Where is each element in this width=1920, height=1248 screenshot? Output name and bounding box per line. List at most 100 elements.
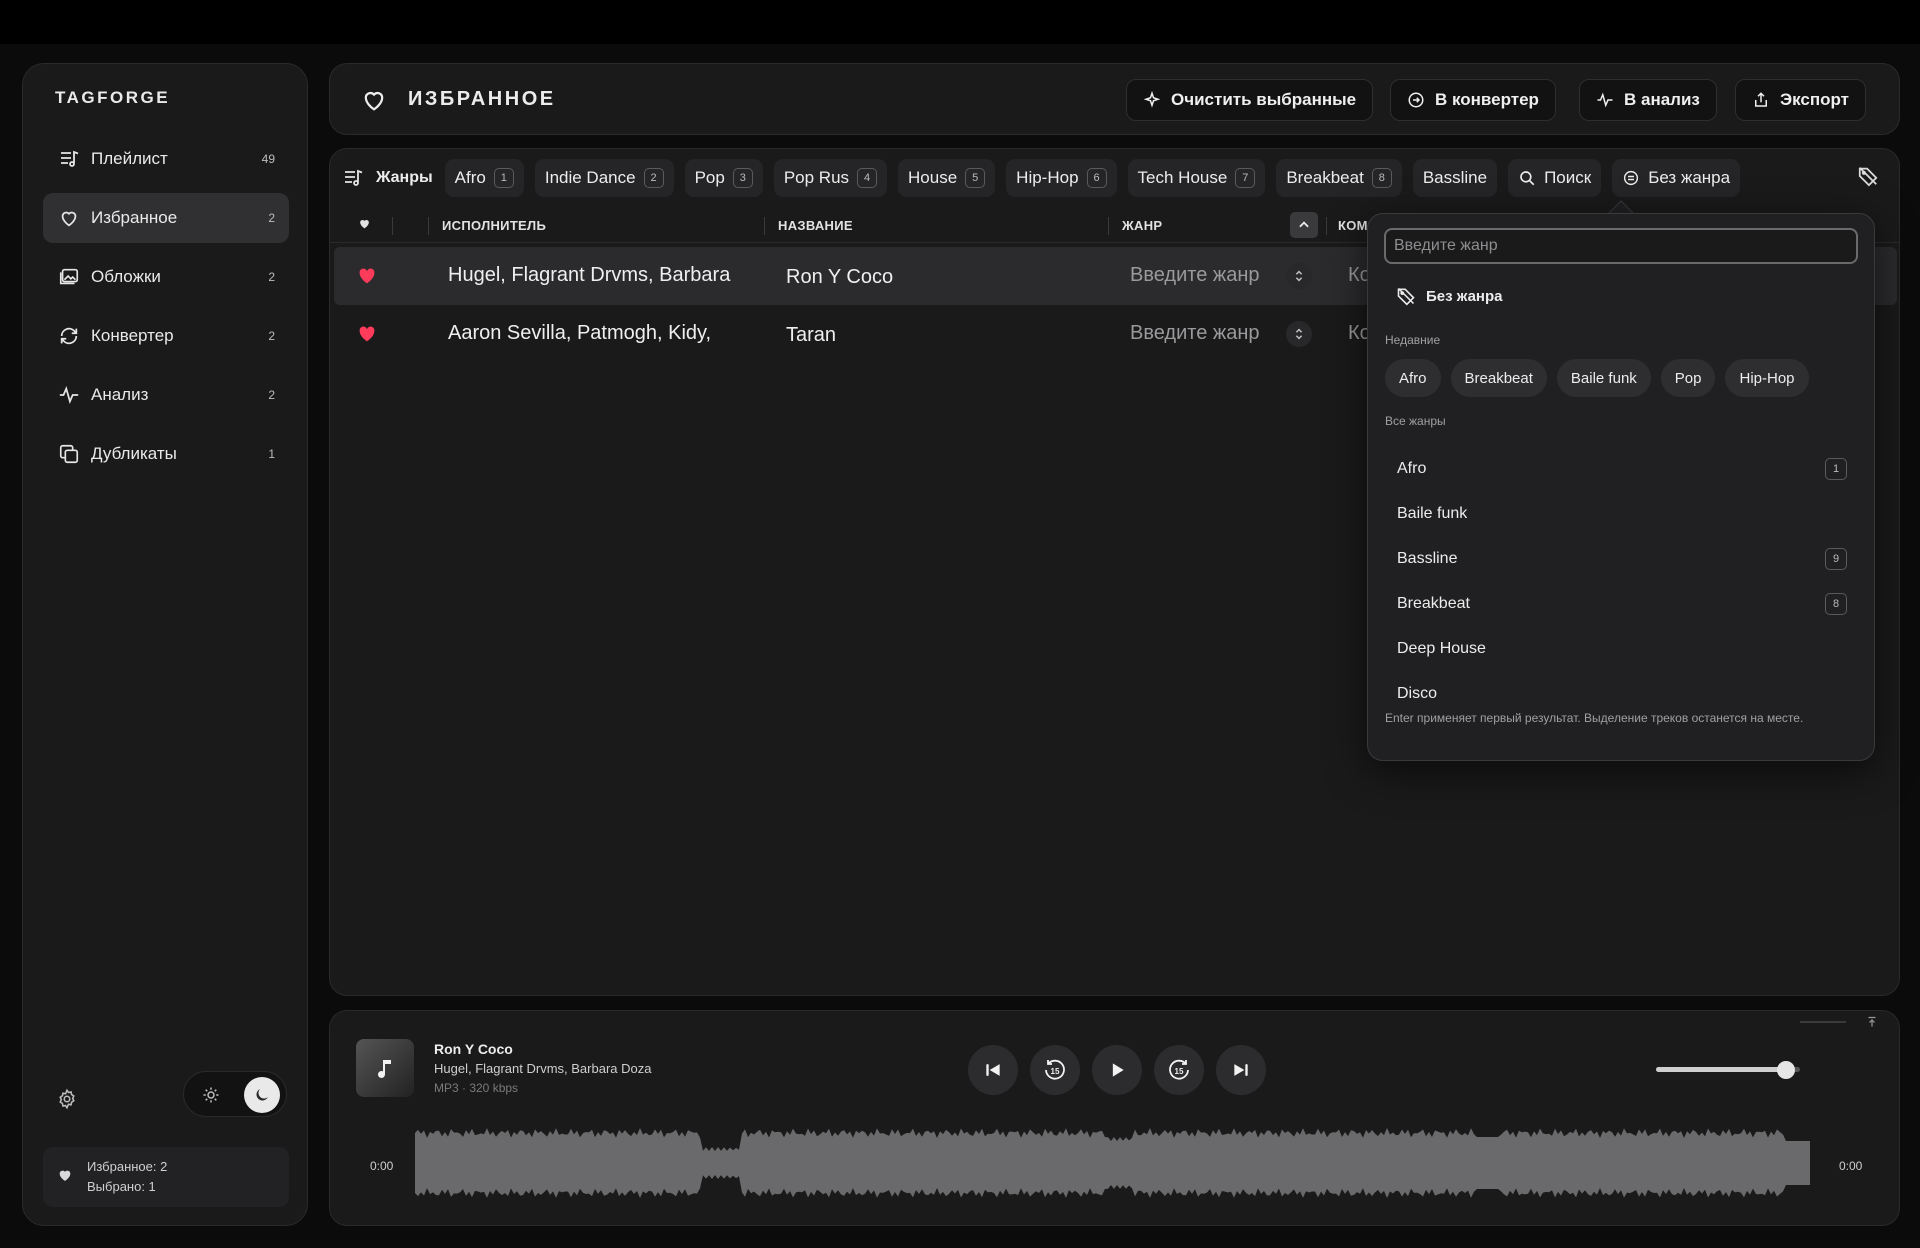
favorite-heart-icon[interactable] [358, 268, 376, 289]
playlist-icon [57, 147, 81, 171]
sidebar-item-favorites[interactable]: Избранное 2 [43, 193, 289, 243]
genre-option-label: Disco [1397, 684, 1438, 702]
all-genres-list[interactable]: Afro 1 Baile funk Bassline 9 Breakbeat 8 De… [1385, 446, 1859, 702]
favorite-heart-icon[interactable] [358, 326, 376, 347]
no-genre-icon [1624, 170, 1639, 186]
chip-label: Indie Dance [544, 168, 636, 187]
sidebar-nav: Плейлист 49 Избранное 2 Обложки 2 Конвер… [43, 134, 289, 488]
chip-label: Bassline [1422, 168, 1488, 187]
waveform-shape [415, 1128, 1810, 1198]
chip-label: Tech House [1137, 168, 1228, 187]
genre-chip-pop-rus[interactable]: Pop Rus 4 [773, 159, 888, 197]
genre-option[interactable]: Baile funk [1385, 491, 1859, 536]
clear-selected-button[interactable]: Очистить выбранные [1126, 79, 1374, 121]
sidebar-item-playlist[interactable]: Плейлист 49 [43, 134, 289, 184]
genre-option[interactable]: Disco [1385, 671, 1859, 702]
no-genre-filter-button[interactable]: Без жанра [1612, 159, 1741, 197]
genre-option-count: 1 [1825, 457, 1847, 480]
genre-chip-pop[interactable]: Pop 3 [684, 159, 763, 197]
status-favorites: Избранное: 2 [87, 1159, 168, 1174]
svg-text:15: 15 [1051, 1067, 1060, 1076]
tag-off-icon [1858, 167, 1878, 187]
genre-option-count: 8 [1825, 592, 1847, 615]
sun-icon[interactable] [196, 1080, 226, 1110]
heart-icon [360, 86, 388, 119]
genre-option[interactable]: Deep House [1385, 626, 1859, 671]
column-header-genre[interactable]: ЖАНР [1122, 218, 1162, 233]
volume-slider[interactable] [1656, 1061, 1800, 1079]
genre-chip-indie-dance[interactable]: Indie Dance 2 [534, 159, 674, 197]
sidebar-item-label: Плейлист [91, 149, 168, 168]
chip-count: 1 [493, 168, 514, 188]
clear-genre-filter-button[interactable] [1851, 159, 1885, 193]
recent-genre-chip[interactable]: Hip-Hop [1725, 359, 1809, 397]
cell-artist: Aaron Sevilla, Patmogh, Kidy, [448, 322, 712, 344]
heart-column-icon[interactable] [358, 217, 371, 235]
genre-search-button[interactable]: Поиск [1508, 159, 1602, 197]
play-button[interactable] [1092, 1045, 1142, 1095]
moon-icon[interactable] [244, 1077, 280, 1113]
genres-label: Жанры [342, 167, 433, 189]
genre-chip-bassline[interactable]: Bassline [1412, 159, 1498, 197]
sidebar-item-converter[interactable]: Конвертер 2 [43, 311, 289, 361]
cell-genre-input[interactable]: Введите жанр [1130, 322, 1260, 345]
genre-search-input[interactable] [1384, 228, 1858, 264]
top-strip [0, 0, 1920, 44]
sidebar-item-label: Избранное [91, 208, 178, 227]
genre-chip-hip-hop[interactable]: Hip-Hop 6 [1006, 159, 1117, 197]
genre-option[interactable]: Breakbeat 8 [1385, 581, 1859, 626]
genre-option[interactable]: Afro 1 [1385, 446, 1859, 491]
genre-chip-breakbeat[interactable]: Breakbeat 8 [1276, 159, 1402, 197]
column-header-title[interactable]: НАЗВАНИЕ [778, 218, 853, 233]
genre-chips-bar: Жанры Afro 1 Indie Dance 2 Pop 3 Pop Rus 4 H… [342, 157, 1751, 199]
forward-15-button[interactable]: 15 [1154, 1045, 1204, 1095]
waveform[interactable] [415, 1127, 1811, 1199]
theme-toggle[interactable] [183, 1071, 287, 1117]
sidebar-item-count: 49 [261, 152, 275, 166]
genre-option-label: Bassline [1397, 549, 1458, 567]
sidebar-item-label: Анализ [91, 385, 149, 404]
mini-player-handle[interactable] [1800, 1021, 1846, 1023]
next-track-button[interactable] [1216, 1045, 1266, 1095]
volume-thumb[interactable] [1776, 1061, 1795, 1079]
column-header-comment[interactable]: КОМ [1338, 218, 1368, 233]
chip-count: 4 [857, 168, 878, 188]
current-time: 0:00 [370, 1159, 394, 1173]
rewind-15-button[interactable]: 15 [1030, 1045, 1080, 1095]
sidebar-item-count: 2 [268, 388, 275, 402]
all-genres-section-label: Все жанры [1385, 414, 1446, 428]
no-genre-option[interactable]: Без жанра [1396, 286, 1502, 306]
sort-toggle-button[interactable] [1290, 212, 1318, 238]
cell-genre-input[interactable]: Введите жанр [1130, 264, 1260, 287]
to-analysis-button[interactable]: В анализ [1579, 79, 1717, 121]
genre-select-button[interactable] [1286, 263, 1312, 289]
chip-label: Afro [454, 168, 486, 187]
column-divider [392, 217, 393, 235]
pin-player-button[interactable] [1863, 1013, 1881, 1031]
chevron-up-icon [1299, 221, 1309, 228]
sidebar-item-covers[interactable]: Обложки 2 [43, 252, 289, 302]
recent-genre-chip[interactable]: Pop [1660, 359, 1716, 397]
sidebar-item-duplicates[interactable]: Дубликаты 1 [43, 429, 289, 479]
recent-genre-chip[interactable]: Baile funk [1556, 359, 1651, 397]
sidebar-item-analysis[interactable]: Анализ 2 [43, 370, 289, 420]
recent-genre-chip[interactable]: Breakbeat [1450, 359, 1547, 397]
pin-top-icon [1868, 1016, 1876, 1027]
genre-chip-afro[interactable]: Afro 1 [444, 159, 524, 197]
genre-option-label: Deep House [1397, 639, 1486, 657]
genre-option[interactable]: Bassline 9 [1385, 536, 1859, 581]
genre-chip-house[interactable]: House 5 [898, 159, 996, 197]
genre-chip-tech-house[interactable]: Tech House 7 [1127, 159, 1266, 197]
settings-button[interactable] [47, 1079, 87, 1119]
sidebar-status: Избранное: 2 Выбрано: 1 [43, 1147, 289, 1207]
recent-genre-chip[interactable]: Afro [1385, 359, 1441, 397]
search-icon [1520, 171, 1535, 186]
export-label: Экспорт [1780, 90, 1849, 109]
sidebar-item-count: 2 [268, 211, 275, 225]
column-header-artist[interactable]: ИСПОЛНИТЕЛЬ [442, 218, 546, 233]
refresh-icon [57, 324, 81, 348]
previous-track-button[interactable] [968, 1045, 1018, 1095]
to-converter-button[interactable]: В конвертер [1390, 79, 1556, 121]
export-button[interactable]: Экспорт [1735, 79, 1866, 121]
genre-select-button[interactable] [1286, 321, 1312, 347]
